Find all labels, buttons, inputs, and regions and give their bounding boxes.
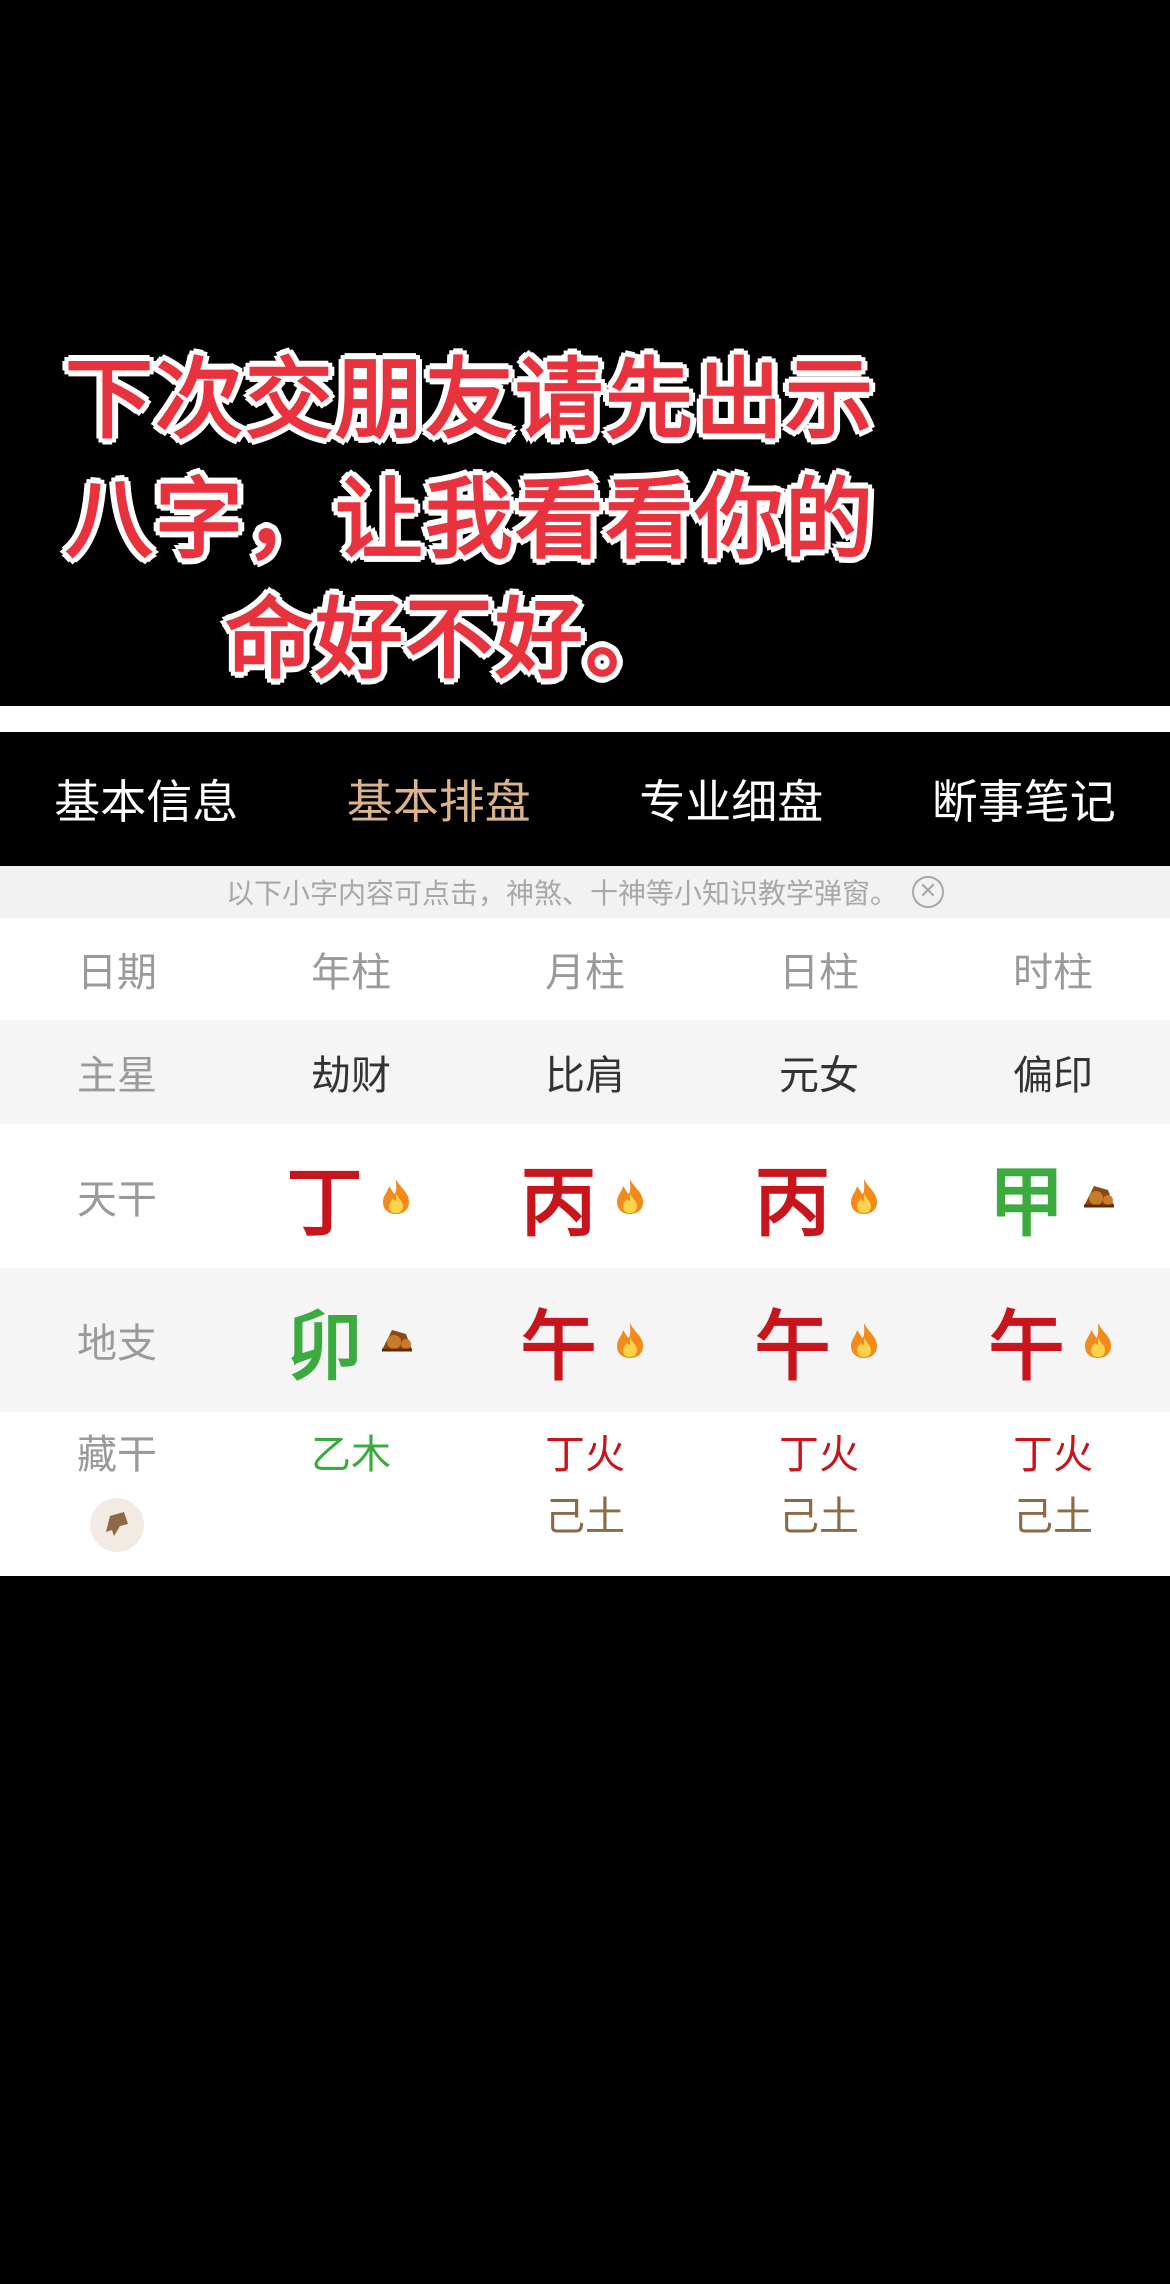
tab-professional-chart[interactable]: 专业细盘 — [585, 766, 878, 832]
heavenly-stem-row: 天干 丁 丙 丙 甲 — [0, 1124, 1170, 1268]
wood-log-icon — [1083, 1186, 1114, 1208]
tip-banner: 以下小字内容可点击，神煞、十神等小知识教学弹窗。 ✕ — [0, 866, 1170, 918]
fire-icon — [616, 1179, 643, 1214]
stem-char: 甲 — [988, 1158, 1065, 1247]
main-star-month[interactable]: 比肩 — [468, 1043, 702, 1101]
branch-char: 午 — [754, 1302, 831, 1391]
branch-char: 午 — [520, 1302, 597, 1391]
hidden-stems-row: 藏干 乙木 丁火 己土 丁火 己土 丁火 己土 — [0, 1412, 1170, 1576]
header-year-pillar: 年柱 — [311, 950, 391, 996]
divider-strip — [0, 706, 1170, 732]
fire-icon — [1084, 1323, 1111, 1358]
fire-icon — [850, 1179, 877, 1214]
tip-text: 以下小字内容可点击，神煞、十神等小知识教学弹窗。 — [225, 877, 898, 910]
branch-char: 午 — [988, 1302, 1065, 1391]
tab-basic-info[interactable]: 基本信息 — [0, 766, 293, 832]
earthly-branch-year[interactable]: 卯 — [234, 1285, 468, 1395]
heavenly-stem-year[interactable]: 丁 — [234, 1141, 468, 1251]
hidden-stems-day[interactable]: 丁火 己土 — [702, 1424, 936, 1548]
earthly-branch-month[interactable]: 午 — [468, 1285, 702, 1395]
header-hour-pillar: 时柱 — [1013, 950, 1093, 996]
hidden-stems-label-cell: 藏干 — [0, 1424, 234, 1556]
close-circle-icon[interactable]: ✕ — [912, 876, 944, 908]
hidden-stem-item: 丁火 — [779, 1432, 859, 1478]
earthly-branch-hour[interactable]: 午 — [936, 1285, 1170, 1395]
tab-bar: 基本信息 基本排盘 专业细盘 断事笔记 — [0, 732, 1170, 866]
tab-notes[interactable]: 断事笔记 — [878, 766, 1170, 832]
hidden-stem-item: 丁火 — [545, 1432, 625, 1478]
main-star-hour[interactable]: 偏印 — [936, 1043, 1170, 1101]
hidden-stem-item: 己土 — [779, 1494, 859, 1540]
hidden-stems-year[interactable]: 乙木 — [234, 1424, 468, 1486]
pin-icon[interactable] — [90, 1498, 144, 1552]
branch-char: 卯 — [286, 1302, 363, 1391]
main-star-year[interactable]: 劫财 — [234, 1043, 468, 1101]
caption-line-2: 八字，让我看看你的 — [64, 468, 875, 571]
tab-basic-chart[interactable]: 基本排盘 — [293, 766, 586, 832]
heavenly-stem-month[interactable]: 丙 — [468, 1141, 702, 1251]
heavenly-stem-day[interactable]: 丙 — [702, 1141, 936, 1251]
heavenly-stem-hour[interactable]: 甲 — [936, 1141, 1170, 1251]
fire-icon — [850, 1323, 877, 1358]
earthly-branch-row: 地支 卯 午 午 午 — [0, 1268, 1170, 1412]
caption-line-3: 命好不好。 — [224, 588, 675, 691]
earthly-branch-day[interactable]: 午 — [702, 1285, 936, 1395]
video-caption: 下次交朋友请先出示 八字，让我看看你的 命好不好。 — [0, 340, 940, 700]
main-star-day[interactable]: 元女 — [702, 1043, 936, 1101]
bazi-chart-table: 日期 年柱 月柱 日柱 时柱 主星 劫财 比肩 元女 偏印 天干 丁 丙 丙 甲… — [0, 918, 1170, 1576]
hidden-stem-item: 丁火 — [1013, 1432, 1093, 1478]
hidden-stem-item: 乙木 — [311, 1432, 391, 1478]
header-row: 日期 年柱 月柱 日柱 时柱 — [0, 918, 1170, 1020]
fire-icon — [382, 1179, 409, 1214]
fire-icon — [616, 1323, 643, 1358]
stem-char: 丁 — [286, 1158, 363, 1247]
hidden-stem-item: 己土 — [545, 1494, 625, 1540]
wood-log-icon — [381, 1330, 412, 1352]
header-month-pillar: 月柱 — [545, 950, 625, 996]
stem-char: 丙 — [754, 1158, 831, 1247]
caption-line-1: 下次交朋友请先出示 — [64, 348, 875, 451]
header-date: 日期 — [77, 950, 157, 996]
hidden-stems-hour[interactable]: 丁火 己土 — [936, 1424, 1170, 1548]
stem-char: 丙 — [520, 1158, 597, 1247]
header-day-pillar: 日柱 — [779, 950, 859, 996]
main-star-label: 主星 — [77, 1053, 157, 1099]
hidden-stem-item: 己土 — [1013, 1494, 1093, 1540]
hidden-stems-label: 藏干 — [77, 1432, 157, 1478]
heavenly-stem-label: 天干 — [77, 1177, 157, 1223]
main-star-row: 主星 劫财 比肩 元女 偏印 — [0, 1020, 1170, 1124]
hidden-stems-month[interactable]: 丁火 己土 — [468, 1424, 702, 1548]
earthly-branch-label: 地支 — [77, 1321, 157, 1367]
